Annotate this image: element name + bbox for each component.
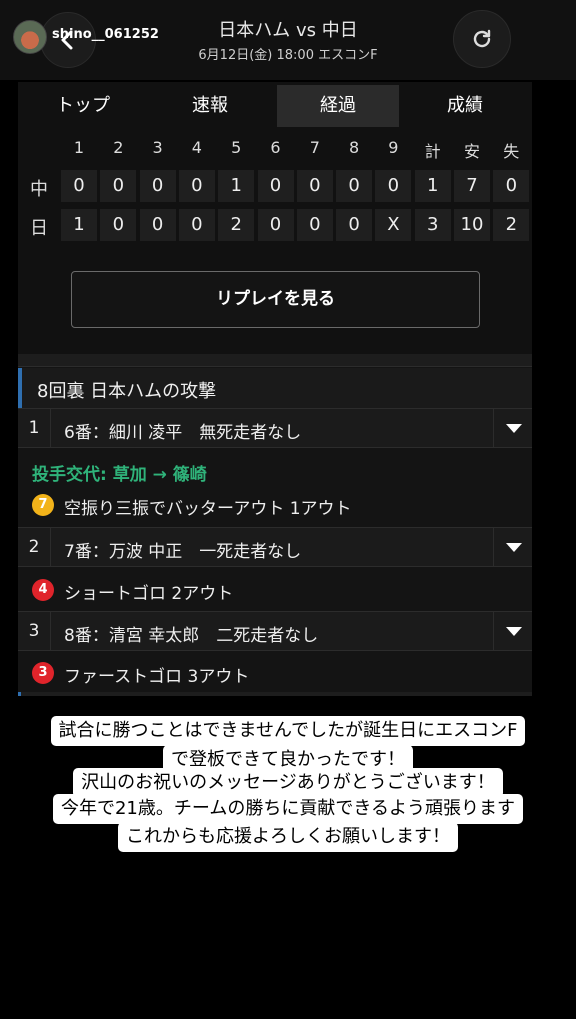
chevron-down-icon (506, 543, 522, 552)
inning-column-header: 失 (503, 142, 520, 161)
score-cell: 3 (414, 209, 451, 241)
caption-line: これからも応援よろしくお願いします！ (0, 822, 576, 852)
inning-column-header: 計 (424, 142, 441, 161)
at-bat-row[interactable]: 2 7番：万波 中正 一死走者なし (18, 527, 532, 567)
score-cell: 0 (336, 170, 373, 202)
inning-column-header: 5 (231, 138, 242, 157)
previous-inning-edge (18, 354, 532, 367)
inning-column-header: 7 (309, 138, 320, 157)
play-text: ショートゴロ 2アウト (64, 584, 234, 604)
inning-column-header: 安 (463, 142, 480, 161)
score-cell: 0 (296, 209, 333, 241)
tab-top[interactable]: トップ (22, 85, 144, 127)
inning-column-header: 3 (152, 138, 163, 157)
out-count-badge: 3 (32, 662, 54, 684)
tab-live[interactable]: 速報 (149, 85, 271, 127)
game-header: shino__061252 日本ハム vs 中日 6月12日(金) 18:00 … (0, 0, 576, 80)
inning-header: 8回裏 日本ハムの攻撃 (18, 368, 532, 408)
refresh-button[interactable] (453, 10, 511, 68)
tab-progress[interactable]: 経過 (277, 85, 399, 127)
inning-column-header: 8 (349, 138, 360, 157)
score-cell: 1 (61, 209, 97, 241)
score-panel: トップ 速報 経過 成績 123456789計安失中000010000170日1… (18, 82, 532, 354)
score-cell: 0 (139, 170, 176, 202)
score-cell: 0 (493, 170, 530, 202)
play-item: 4 ショートゴロ 2アウト (18, 571, 532, 609)
score-cell: 0 (100, 170, 137, 202)
score-cell: 0 (336, 209, 373, 241)
play-by-play: 8回裏 日本ハムの攻撃 1 6番：細川 凌平 無死走者なし 投手交代: 草加 →… (18, 354, 532, 696)
refresh-icon (473, 29, 491, 48)
score-cell: 0 (139, 209, 176, 241)
chevron-down-icon (506, 424, 522, 433)
play-text: ファーストゴロ 3アウト (64, 667, 250, 687)
team-name: 中 (30, 179, 48, 200)
inning-column-header: 6 (270, 138, 281, 157)
score-cell: 0 (296, 170, 333, 202)
score-cell: 0 (178, 170, 215, 202)
replay-button[interactable]: リプレイを見る (71, 271, 480, 328)
caption-line: 今年で21歳。チームの勝ちに貢献できるよう頑張ります (0, 794, 576, 824)
score-cell: 1 (218, 170, 255, 202)
score-cell: 2 (218, 209, 255, 241)
tab-bar: トップ 速報 経過 成績 (18, 85, 532, 127)
expand-button[interactable] (493, 528, 532, 566)
pitcher-change: 投手交代: 草加 → 篠崎 (32, 465, 207, 485)
score-cell: X (375, 209, 412, 241)
at-bat-text: 8番：清宮 幸太郎 二死走者なし (64, 626, 319, 646)
caption-line: 試合に勝つことはできませんでしたが誕生日にエスコンF (0, 716, 576, 746)
out-count-badge: 7 (32, 494, 54, 516)
score-cell: 0 (257, 170, 294, 202)
at-bat-text: 7番：万波 中正 一死走者なし (64, 542, 302, 562)
team-name: 日 (30, 218, 48, 239)
inning-column-header: 4 (191, 138, 202, 157)
score-cell: 0 (61, 170, 97, 202)
at-bat-number: 3 (18, 612, 51, 650)
expand-button[interactable] (493, 612, 532, 650)
at-bat-row[interactable]: 3 8番：清宮 幸太郎 二死走者なし (18, 611, 532, 651)
inning-column-header: 2 (113, 138, 124, 157)
chevron-down-icon (506, 627, 522, 636)
inning-column-header: 1 (73, 138, 85, 157)
at-bat-text: 6番：細川 凌平 無死走者なし (64, 423, 302, 443)
play-text: 空振り三振でバッターアウト 1アウト (64, 499, 352, 519)
out-count-badge: 4 (32, 579, 54, 601)
play-item: 3 ファーストゴロ 3アウト (18, 654, 532, 692)
at-bat-number: 2 (18, 528, 51, 566)
score-cell: 0 (375, 170, 412, 202)
score-cell: 0 (257, 209, 294, 241)
score-cell: 1 (414, 170, 451, 202)
tab-stats[interactable]: 成績 (404, 85, 526, 127)
at-bat-row[interactable]: 1 6番：細川 凌平 無死走者なし (18, 408, 532, 448)
next-inning-edge (18, 692, 532, 696)
play-item: 7 空振り三振でバッターアウト 1アウト (18, 486, 532, 524)
at-bat-number: 1 (18, 409, 51, 447)
inning-title: 8回裏 日本ハムの攻撃 (37, 381, 217, 402)
score-cell: 7 (454, 170, 490, 202)
inning-column-header: 9 (388, 138, 399, 157)
score-cell: 2 (493, 209, 530, 241)
score-cell: 0 (100, 209, 137, 241)
expand-button[interactable] (493, 409, 532, 447)
score-cell: 0 (178, 209, 215, 241)
score-cell: 10 (454, 209, 490, 241)
